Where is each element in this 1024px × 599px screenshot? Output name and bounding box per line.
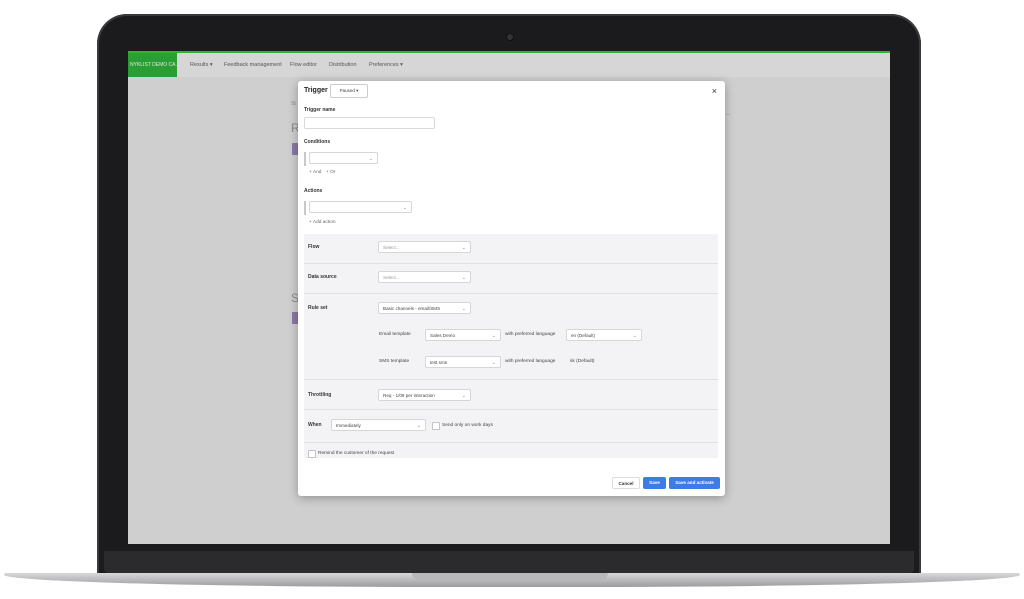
laptop-chin	[104, 551, 914, 573]
webcam-icon	[507, 34, 513, 40]
chevron-down-icon: ⌄	[461, 306, 466, 312]
remind-label: Remind the customer of the request	[318, 451, 395, 456]
app-screen: NYKLIST DEMO CA... Results ▾ Feedback ma…	[128, 51, 890, 544]
actions-label: Actions	[304, 188, 323, 194]
flow-label: Flow	[308, 244, 320, 250]
flow-select-placeholder: Select...	[383, 245, 400, 250]
sms-template-value: test sms	[430, 360, 448, 365]
save-button[interactable]: Save	[643, 477, 666, 489]
throttling-select[interactable]: Req - 1/09 per interaction ⌄	[378, 389, 471, 401]
remind-checkbox[interactable]	[308, 450, 316, 458]
email-template-value: Sales Demo	[430, 333, 456, 338]
sms-template-label: SMS template	[379, 359, 410, 364]
chevron-down-icon: ⌄	[491, 360, 496, 366]
work-days-label: Send only on work days	[442, 423, 493, 428]
add-or-link[interactable]: + Or	[326, 170, 335, 175]
action-select[interactable]: ⌄	[309, 201, 412, 213]
rule-set-value: Basic channels - email/SMS	[383, 306, 441, 311]
rule-set-select[interactable]: Basic channels - email/SMS ⌄	[378, 302, 471, 314]
rule-set-label: Rule set	[308, 305, 328, 311]
email-pref-lang-label: with preferred language	[505, 332, 556, 337]
action-bar	[304, 201, 306, 215]
divider	[304, 379, 718, 380]
nav-results[interactable]: Results ▾	[190, 53, 213, 77]
condition-select[interactable]: ⌄	[309, 152, 378, 164]
sms-language-value: sk (Default)	[570, 359, 595, 364]
chevron-down-icon: ⌄	[402, 205, 407, 211]
trigger-name-label: Trigger name	[304, 107, 336, 113]
nav-feedback-management[interactable]: Feedback management	[224, 53, 282, 77]
work-days-checkbox[interactable]	[432, 422, 440, 430]
add-action-link[interactable]: + Add action	[309, 220, 336, 225]
chevron-down-icon: ⌄	[491, 333, 496, 339]
data-source-select[interactable]: Select... ⌄	[378, 271, 471, 283]
save-and-activate-button[interactable]: Save and activate	[669, 477, 720, 489]
divider	[304, 263, 718, 264]
email-language-select[interactable]: en (Default) ⌄	[566, 329, 642, 341]
chevron-down-icon: ⌄	[461, 393, 466, 399]
bg-text: St	[291, 101, 296, 107]
email-template-select[interactable]: Sales Demo ⌄	[425, 329, 501, 341]
chevron-down-icon: ⌄	[416, 423, 421, 429]
nav-flow-editor[interactable]: Flow editor	[290, 53, 317, 77]
add-and-link[interactable]: + And	[309, 170, 321, 175]
bg-divider	[726, 114, 730, 115]
when-label: When	[308, 422, 322, 428]
data-source-label: Data source	[308, 274, 337, 280]
status-dropdown[interactable]: Paused ▾	[330, 84, 368, 98]
sms-template-select[interactable]: test sms ⌄	[425, 356, 501, 368]
condition-bar	[304, 152, 306, 166]
throttling-value: Req - 1/09 per interaction	[383, 393, 435, 398]
laptop-notch	[412, 573, 608, 580]
trigger-modal: Trigger Paused ▾ × Trigger name Conditio…	[298, 81, 725, 496]
divider	[304, 442, 718, 443]
nav-distribution[interactable]: Distribution	[329, 53, 357, 77]
cancel-button[interactable]: Cancel	[612, 477, 640, 489]
nav-preferences[interactable]: Preferences ▾	[369, 53, 403, 77]
when-select[interactable]: Immediately ⌄	[331, 419, 426, 431]
conditions-label: Conditions	[304, 139, 331, 145]
email-template-label: Email template	[379, 332, 411, 337]
chevron-down-icon: ⌄	[632, 333, 637, 339]
when-value: Immediately	[336, 423, 361, 428]
close-icon[interactable]: ×	[712, 85, 717, 97]
data-source-placeholder: Select...	[383, 275, 400, 280]
modal-title: Trigger	[304, 87, 328, 94]
chevron-down-icon: ⌄	[461, 275, 466, 281]
email-language-value: en (Default)	[571, 333, 596, 338]
throttling-label: Throttling	[308, 392, 332, 398]
brand-label[interactable]: NYKLIST DEMO CA...	[128, 53, 177, 77]
sms-pref-lang-label: with preferred language	[505, 359, 556, 364]
divider	[304, 409, 718, 410]
trigger-name-input[interactable]	[304, 117, 435, 129]
chevron-down-icon: ⌄	[461, 245, 466, 251]
flow-select[interactable]: Select... ⌄	[378, 241, 471, 253]
divider	[304, 293, 718, 294]
chevron-down-icon: ⌄	[368, 156, 373, 162]
top-nav-bar: NYKLIST DEMO CA... Results ▾ Feedback ma…	[128, 51, 890, 77]
